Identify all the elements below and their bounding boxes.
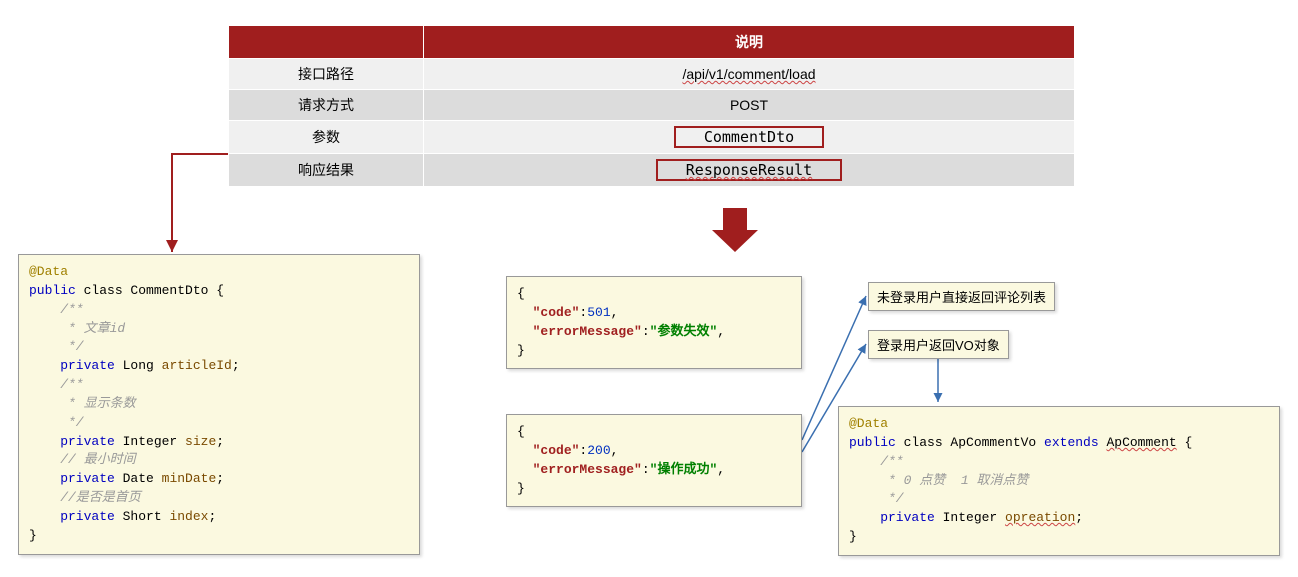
json-ok-box: { "code":200, "errorMessage":"操作成功", } bbox=[506, 414, 802, 507]
table-row: 接口路径 /api/v1/comment/load bbox=[229, 59, 1075, 90]
table-row: 请求方式 POST bbox=[229, 90, 1075, 121]
table-row: 参数 CommentDto bbox=[229, 121, 1075, 154]
note-not-logged-in: 未登录用户直接返回评论列表 bbox=[868, 282, 1055, 311]
row-label: 响应结果 bbox=[229, 154, 424, 187]
code-commentdto: @Data public class CommentDto { /** * 文章… bbox=[18, 254, 420, 555]
row-value: /api/v1/comment/load bbox=[424, 59, 1075, 90]
arrow-down-icon bbox=[712, 208, 758, 258]
note-logged-in: 登录用户返回VO对象 bbox=[868, 330, 1009, 359]
table-row: 响应结果 ResponseResult bbox=[229, 154, 1075, 187]
th-desc: 说明 bbox=[424, 26, 1075, 59]
row-value: CommentDto bbox=[424, 121, 1075, 154]
row-label: 接口路径 bbox=[229, 59, 424, 90]
row-label: 参数 bbox=[229, 121, 424, 154]
th-blank bbox=[229, 26, 424, 59]
row-label: 请求方式 bbox=[229, 90, 424, 121]
api-spec-table: 说明 接口路径 /api/v1/comment/load 请求方式 POST 参… bbox=[228, 25, 1075, 187]
code-apcommentvo: @Data public class ApCommentVo extends A… bbox=[838, 406, 1280, 556]
row-value: POST bbox=[424, 90, 1075, 121]
param-responseresult: ResponseResult bbox=[656, 159, 842, 181]
json-error-box: { "code":501, "errorMessage":"参数失效", } bbox=[506, 276, 802, 369]
row-value: ResponseResult bbox=[424, 154, 1075, 187]
param-commentdto: CommentDto bbox=[674, 126, 824, 148]
